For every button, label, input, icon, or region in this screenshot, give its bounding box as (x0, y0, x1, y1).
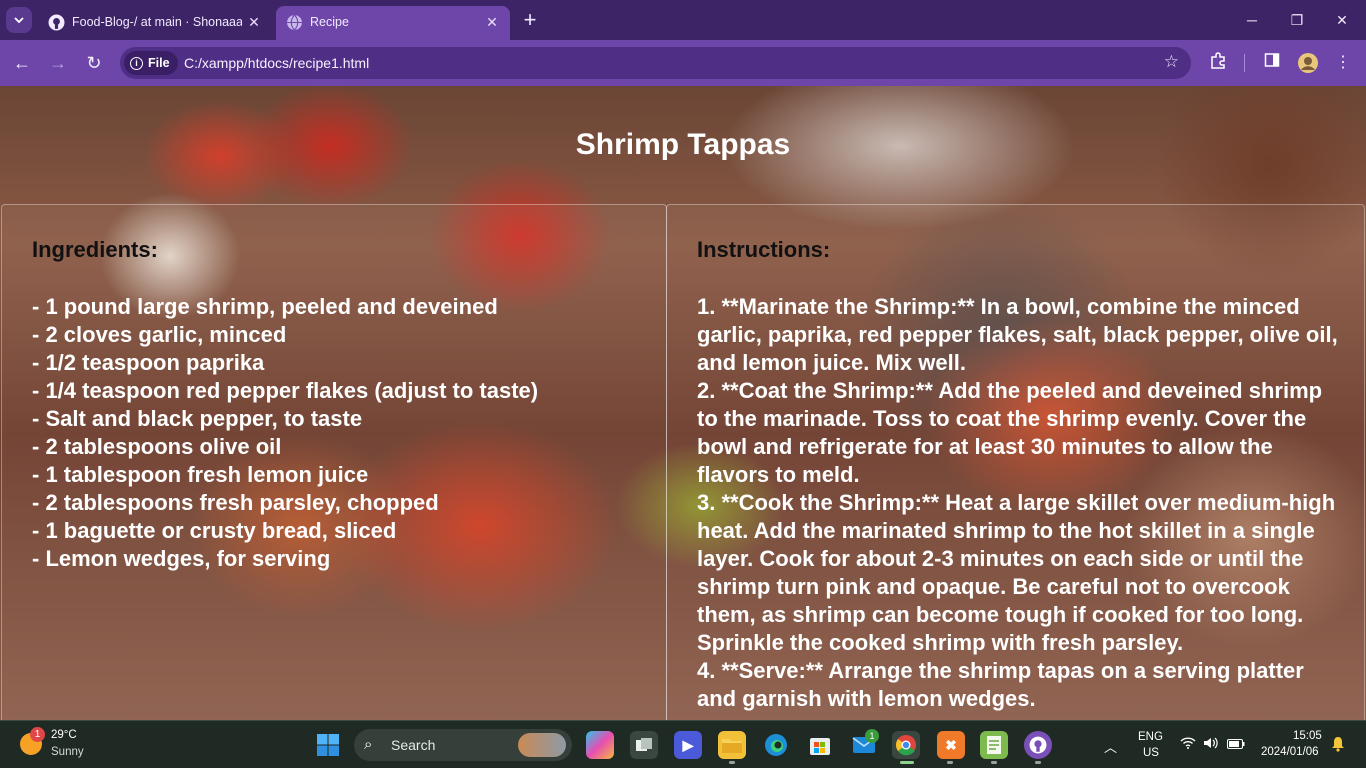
instruction-step: 1. **Marinate the Shrimp:** In a bowl, c… (697, 294, 1338, 375)
address-bar[interactable]: i File C:/xampp/htdocs/recipe1.html ☆ (120, 47, 1191, 79)
instruction-step: 3. **Cook the Shrimp:** Heat a large ski… (697, 490, 1336, 655)
ingredient-item: - 1/4 teaspoon red pepper flakes (adjust… (32, 378, 539, 403)
chrome-icon[interactable] (892, 731, 920, 759)
info-icon: i (130, 56, 143, 70)
close-icon[interactable]: ✕ (246, 14, 262, 30)
site-info-chip[interactable]: i File (124, 51, 178, 75)
language-indicator[interactable]: ENG (1138, 731, 1163, 743)
instructions-heading: Instructions: (697, 237, 831, 262)
browser-toolbar: ← → ↻ i File C:/xampp/htdocs/recipe1.htm… (0, 40, 1366, 86)
tab-github[interactable]: Food-Blog-/ at main · Shonaaaz ✕ (38, 6, 272, 40)
tab-title: Food-Blog-/ at main · Shonaaaz (72, 15, 242, 29)
restore-button[interactable]: ❐ (1277, 6, 1317, 34)
windows-start-icon[interactable] (316, 733, 340, 757)
search-label: Search (391, 737, 436, 753)
language-region[interactable]: US (1143, 747, 1159, 759)
weather-temperature[interactable]: 29°C (51, 729, 77, 741)
xampp-icon[interactable]: ✖ (937, 731, 965, 759)
running-indicator (729, 761, 735, 764)
battery-icon[interactable] (1227, 737, 1245, 752)
globe-icon (287, 14, 302, 31)
browser-titlebar: Food-Blog-/ at main · Shonaaaz ✕ Recipe … (0, 0, 1366, 40)
running-indicator (1035, 761, 1041, 764)
instructions-panel: Instructions: 1. **Marinate the Shrimp:*… (666, 204, 1365, 720)
running-indicator-active (900, 761, 914, 764)
task-view-icon[interactable] (630, 731, 658, 759)
extensions-icon[interactable] (1207, 52, 1229, 74)
running-indicator (947, 761, 953, 764)
close-icon[interactable]: ✕ (484, 14, 500, 30)
clock-time[interactable]: 15:05 (1293, 730, 1322, 742)
chevron-up-icon[interactable]: ︿ (1104, 737, 1117, 756)
reload-button[interactable]: ↻ (82, 51, 106, 75)
new-tab-button[interactable]: + (518, 9, 542, 33)
microsoft-store-icon[interactable] (806, 731, 834, 759)
ingredients-heading: Ingredients: (32, 237, 158, 262)
ingredient-item: - 1/2 teaspoon paprika (32, 350, 265, 375)
wifi-icon[interactable] (1180, 737, 1196, 752)
scheme-label: File (148, 56, 170, 70)
forward-button[interactable]: → (46, 51, 70, 75)
notification-bell-icon[interactable] (1331, 736, 1345, 755)
ingredient-item: - Salt and black pepper, to taste (32, 406, 363, 431)
instruction-step: 4. **Serve:** Arrange the shrimp tapas o… (697, 658, 1304, 711)
meet-video-icon[interactable]: ▶ (674, 731, 702, 759)
clock-date[interactable]: 2024/01/06 (1261, 746, 1319, 758)
back-button[interactable]: ← (10, 51, 34, 75)
close-window-button[interactable]: ✕ (1322, 6, 1362, 34)
side-panel-icon[interactable] (1261, 52, 1283, 74)
chevron-down-icon (14, 17, 24, 24)
volume-icon[interactable] (1203, 737, 1219, 752)
ingredient-item: - 2 tablespoons fresh parsley, chopped (32, 490, 439, 515)
weather-badge: 1 (30, 727, 45, 742)
search-highlight-image (518, 733, 566, 757)
running-indicator (991, 761, 997, 764)
instructions-list: 1. **Marinate the Shrimp:** In a bowl, c… (697, 293, 1347, 713)
page-content: Shrimp Tappas Ingredients: - 1 pound lar… (0, 86, 1366, 720)
ingredients-panel: Ingredients: - 1 pound large shrimp, pee… (1, 204, 667, 720)
github-icon (48, 14, 65, 31)
ingredients-list: - 1 pound large shrimp, peeled and devei… (32, 293, 538, 573)
github-desktop-icon[interactable] (1024, 731, 1052, 759)
file-explorer-icon[interactable] (718, 731, 746, 759)
more-menu-icon[interactable]: ⋮ (1332, 52, 1354, 74)
profile-avatar-icon[interactable] (1297, 52, 1319, 74)
toolbar-divider (1244, 54, 1245, 72)
minimize-button[interactable]: ─ (1232, 6, 1272, 34)
tab-recipe[interactable]: Recipe ✕ (276, 6, 510, 40)
ingredient-item: - 2 cloves garlic, minced (32, 322, 287, 347)
ingredient-item: - Lemon wedges, for serving (32, 546, 331, 571)
ingredient-item: - 1 baguette or crusty bread, sliced (32, 518, 397, 543)
taskbar: 1 29°C Sunny ⌕ Search ▶ 1 ✖ ︿ ENG US 15:… (0, 720, 1366, 768)
ingredient-item: - 2 tablespoons olive oil (32, 434, 282, 459)
instruction-step: 2. **Coat the Shrimp:** Add the peeled a… (697, 378, 1323, 487)
notepad-plus-plus-icon[interactable] (980, 731, 1008, 759)
mail-badge: 1 (865, 729, 879, 743)
edge-browser-icon[interactable] (762, 731, 790, 759)
taskbar-search[interactable]: ⌕ Search (354, 729, 572, 761)
ingredient-item: - 1 pound large shrimp, peeled and devei… (32, 294, 498, 319)
recipe-title: Shrimp Tappas (575, 128, 791, 161)
tab-search-button[interactable] (6, 7, 32, 33)
search-icon: ⌕ (364, 736, 373, 753)
bookmark-star-icon[interactable]: ☆ (1164, 52, 1179, 72)
ingredient-item: - 1 tablespoon fresh lemon juice (32, 462, 369, 487)
url-text[interactable]: C:/xampp/htdocs/recipe1.html (184, 55, 369, 71)
copilot-icon[interactable] (586, 731, 614, 759)
tab-title: Recipe (310, 15, 349, 29)
weather-condition[interactable]: Sunny (51, 746, 84, 758)
